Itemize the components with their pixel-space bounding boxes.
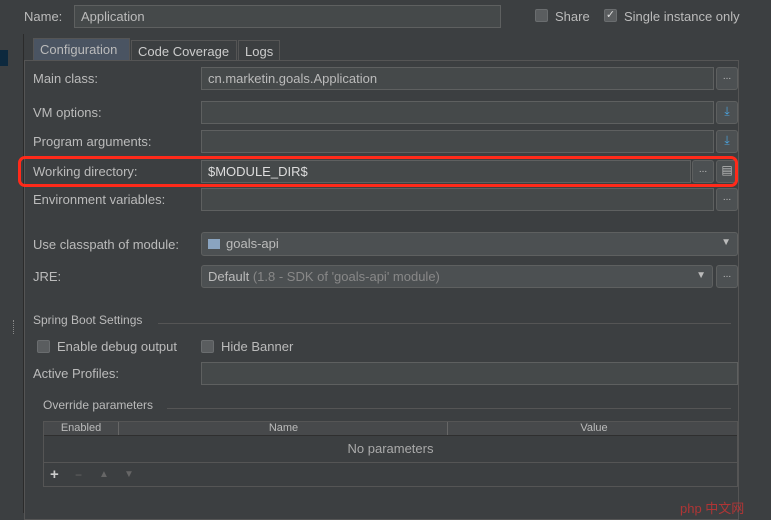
main-class-label: Main class: [33, 71, 99, 86]
tab-label: Configuration [40, 42, 118, 57]
remove-icon[interactable]: − [75, 463, 82, 487]
move-up-icon[interactable]: ▲ [99, 463, 109, 487]
main-class-input[interactable]: cn.marketin.goals.Application [201, 67, 714, 90]
chevron-down-icon: ▼ [696, 270, 706, 281]
active-profiles-input[interactable] [201, 362, 738, 385]
share-label: Share [555, 9, 590, 24]
single-instance-checkbox[interactable]: ✓ [604, 9, 617, 22]
divider [158, 323, 731, 324]
table-toolbar: + − ▲ ▼ [44, 462, 737, 487]
expand-icon[interactable]: ⤓ [716, 130, 738, 153]
jre-select[interactable]: Default (1.8 - SDK of 'goals-api' module… [201, 265, 713, 288]
active-profiles-label: Active Profiles: [33, 366, 119, 381]
program-arguments-label: Program arguments: [33, 134, 152, 149]
left-panel-selection[interactable] [0, 50, 8, 66]
tab-label: Logs [245, 44, 274, 59]
name-input[interactable]: Application [74, 5, 501, 28]
left-panel [0, 34, 24, 513]
watermark: php 中文网 [680, 498, 744, 517]
environment-variables-input[interactable] [201, 188, 714, 211]
column-enabled[interactable]: Enabled [44, 422, 119, 435]
classpath-module-value: goals-api [226, 236, 279, 251]
vm-options-input[interactable] [201, 101, 714, 124]
override-table: Enabled Name Value No parameters + − ▲ ▼ [43, 421, 738, 487]
environment-variables-browse-button[interactable]: ... [716, 188, 738, 211]
share-checkbox[interactable] [535, 9, 548, 22]
move-down-icon[interactable]: ▼ [124, 463, 134, 487]
classpath-module-label: Use classpath of module: [33, 237, 179, 252]
column-name[interactable]: Name [120, 422, 448, 435]
single-instance-label: Single instance only [624, 9, 740, 24]
divider [167, 408, 731, 409]
chevron-down-icon: ▼ [721, 237, 731, 248]
empty-text: No parameters [347, 441, 434, 456]
add-icon[interactable]: + [50, 463, 59, 487]
override-title: Override parameters [43, 398, 154, 412]
spring-boot-title: Spring Boot Settings [33, 313, 143, 327]
module-folder-icon [208, 239, 220, 249]
hide-banner-checkbox[interactable] [201, 340, 214, 353]
watermark-text: php 中文网 [680, 501, 745, 516]
tab-logs[interactable]: Logs [238, 40, 280, 61]
program-arguments-input[interactable] [201, 130, 714, 153]
enable-debug-checkbox[interactable] [37, 340, 50, 353]
tab-label: Code Coverage [138, 44, 230, 59]
jre-value: Default [208, 269, 250, 284]
jre-browse-button[interactable]: ... [716, 265, 738, 288]
environment-variables-label: Environment variables: [33, 192, 166, 207]
enable-debug-label: Enable debug output [57, 339, 177, 354]
vm-options-label: VM options: [33, 105, 102, 120]
tab-configuration[interactable]: Configuration [33, 38, 130, 61]
main-class-browse-button[interactable]: ... [716, 67, 738, 90]
table-header: Enabled Name Value [44, 422, 737, 436]
splitter-handle[interactable] [13, 320, 16, 334]
expand-icon[interactable]: ⤓ [716, 101, 738, 124]
jre-label: JRE: [33, 269, 62, 284]
classpath-module-select[interactable]: goals-api ▼ [201, 232, 738, 256]
tab-code-coverage[interactable]: Code Coverage [131, 40, 237, 61]
jre-hint: (1.8 - SDK of 'goals-api' module) [252, 269, 440, 284]
name-label: Name: [24, 9, 63, 24]
highlight-box [18, 156, 738, 187]
hide-banner-label: Hide Banner [221, 339, 294, 354]
column-value[interactable]: Value [449, 422, 739, 435]
